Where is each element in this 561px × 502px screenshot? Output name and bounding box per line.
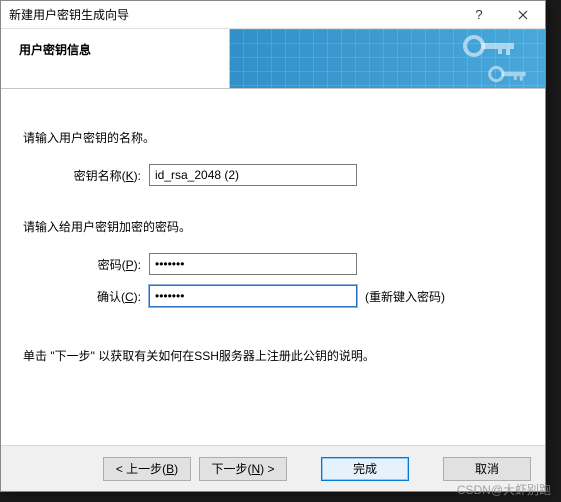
- confirm-input[interactable]: [149, 285, 357, 307]
- banner-title: 用户密钥信息: [19, 41, 91, 58]
- key-name-label: 密钥名称(K):: [23, 167, 149, 184]
- close-icon: [518, 10, 528, 20]
- banner: 用户密钥信息: [1, 29, 545, 89]
- confirm-hint: (重新键入密码): [365, 288, 445, 305]
- window-title: 新建用户密钥生成向导: [9, 6, 457, 23]
- help-button[interactable]: ?: [457, 1, 501, 29]
- key-name-input[interactable]: [149, 164, 357, 186]
- wizard-window: 新建用户密钥生成向导 ? 用户密钥信息 请输入用户密钥的名称: [0, 0, 546, 492]
- confirm-label: 确认(C):: [23, 288, 149, 305]
- titlebar: 新建用户密钥生成向导 ?: [1, 1, 545, 29]
- name-prompt: 请输入用户密钥的名称。: [23, 129, 523, 146]
- password-row: 密码(P):: [23, 253, 523, 275]
- content-area: 请输入用户密钥的名称。 密钥名称(K): 请输入给用户密钥加密的密码。 密码(P…: [1, 89, 545, 364]
- key-icon: [460, 31, 520, 61]
- next-button[interactable]: 下一步(N) >: [199, 457, 287, 481]
- finish-button[interactable]: 完成: [321, 457, 409, 481]
- key-icon: [486, 63, 530, 85]
- banner-pattern: [229, 29, 545, 88]
- password-prompt: 请输入给用户密钥加密的密码。: [23, 218, 523, 235]
- cancel-button[interactable]: 取消: [443, 457, 531, 481]
- key-name-row: 密钥名称(K):: [23, 164, 523, 186]
- password-label: 密码(P):: [23, 256, 149, 273]
- button-bar: < 上一步(B) 下一步(N) > 完成 取消: [1, 445, 545, 491]
- password-input[interactable]: [149, 253, 357, 275]
- instruction-text: 单击 "下一步" 以获取有关如何在SSH服务器上注册此公钥的说明。: [23, 347, 523, 364]
- close-button[interactable]: [501, 1, 545, 29]
- back-button[interactable]: < 上一步(B): [103, 457, 191, 481]
- confirm-row: 确认(C): (重新键入密码): [23, 285, 523, 307]
